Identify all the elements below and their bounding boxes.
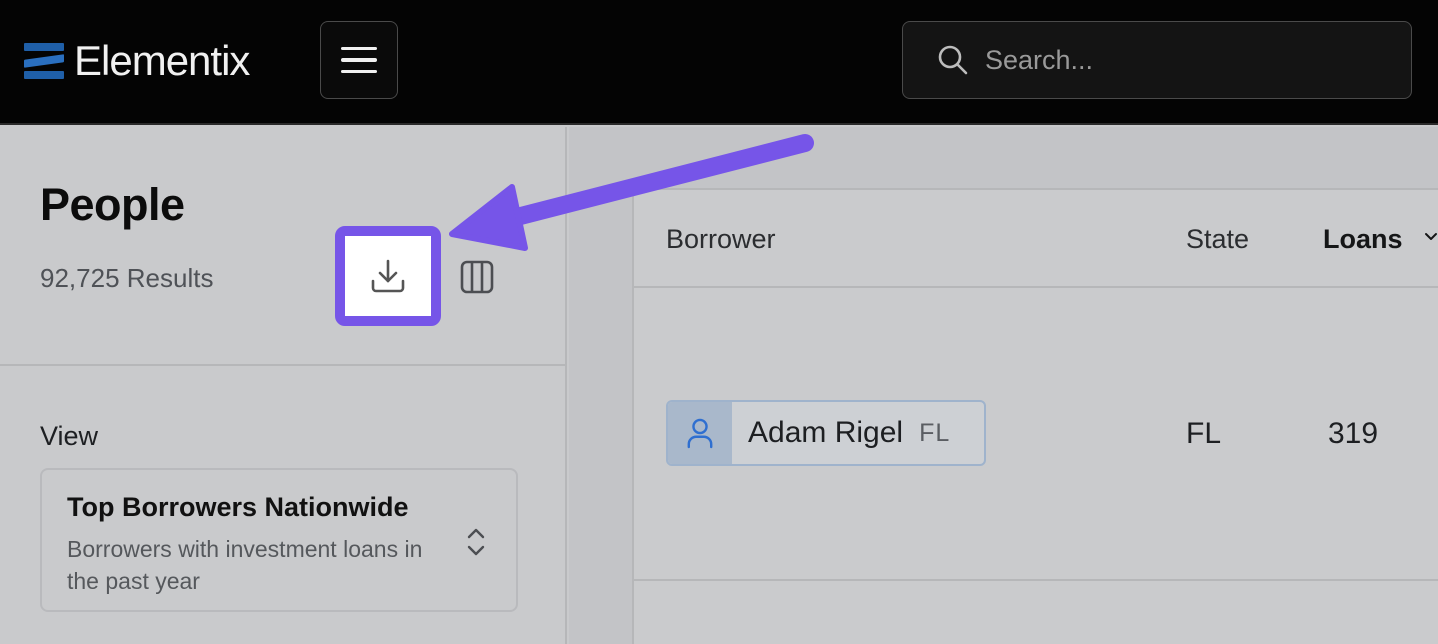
- page-title: People: [40, 179, 185, 230]
- view-selected-name: Top Borrowers Nationwide: [67, 492, 409, 522]
- state-cell: FL: [1186, 417, 1222, 450]
- chevron-up-down-icon: [467, 528, 485, 556]
- section-divider: [0, 364, 567, 366]
- column-header-state[interactable]: State: [1186, 224, 1249, 255]
- borrower-chip[interactable]: Adam Rigel FL: [666, 400, 986, 466]
- search-icon: [938, 45, 968, 75]
- borrower-name: Adam Rigel: [748, 416, 904, 449]
- column-header-borrower[interactable]: Borrower: [666, 224, 776, 255]
- user-icon: [668, 402, 732, 464]
- left-panel: People 92,725 Results View Top Borrowers…: [0, 127, 567, 644]
- search-box[interactable]: [902, 21, 1412, 99]
- table-row[interactable]: Adam Rigel FL FL 319: [634, 289, 1438, 581]
- results-panel: Borrower State Loans Adam Rigel FL FL 31…: [569, 127, 1438, 644]
- menu-button[interactable]: [320, 21, 398, 99]
- view-select[interactable]: Top Borrowers Nationwide Borrowers with …: [40, 468, 518, 612]
- view-selected-description: Borrowers with investment loans in the p…: [67, 536, 423, 594]
- app-name: Elementix: [74, 37, 250, 84]
- chevron-down-icon: [1425, 233, 1438, 240]
- loans-cell: 319: [1328, 417, 1379, 450]
- search-input[interactable]: [985, 44, 1385, 76]
- results-count: 92,725 Results: [40, 263, 214, 293]
- elementix-logo-mark: [24, 42, 64, 80]
- app-logo[interactable]: Elementix: [24, 37, 250, 84]
- columns-icon: [460, 260, 494, 294]
- hamburger-menu-icon: [341, 46, 377, 51]
- download-button[interactable]: [335, 226, 441, 326]
- top-bar: Elementix: [0, 0, 1438, 125]
- column-header-loans-label: Loans: [1323, 224, 1403, 254]
- table-header: Borrower State Loans: [634, 190, 1438, 288]
- column-header-loans[interactable]: Loans: [1323, 224, 1438, 255]
- view-label: View: [40, 421, 99, 451]
- download-icon: [371, 259, 405, 293]
- people-table: Borrower State Loans Adam Rigel FL FL 31…: [632, 188, 1438, 644]
- borrower-state-tag: FL: [919, 418, 951, 447]
- columns-button[interactable]: [456, 256, 498, 298]
